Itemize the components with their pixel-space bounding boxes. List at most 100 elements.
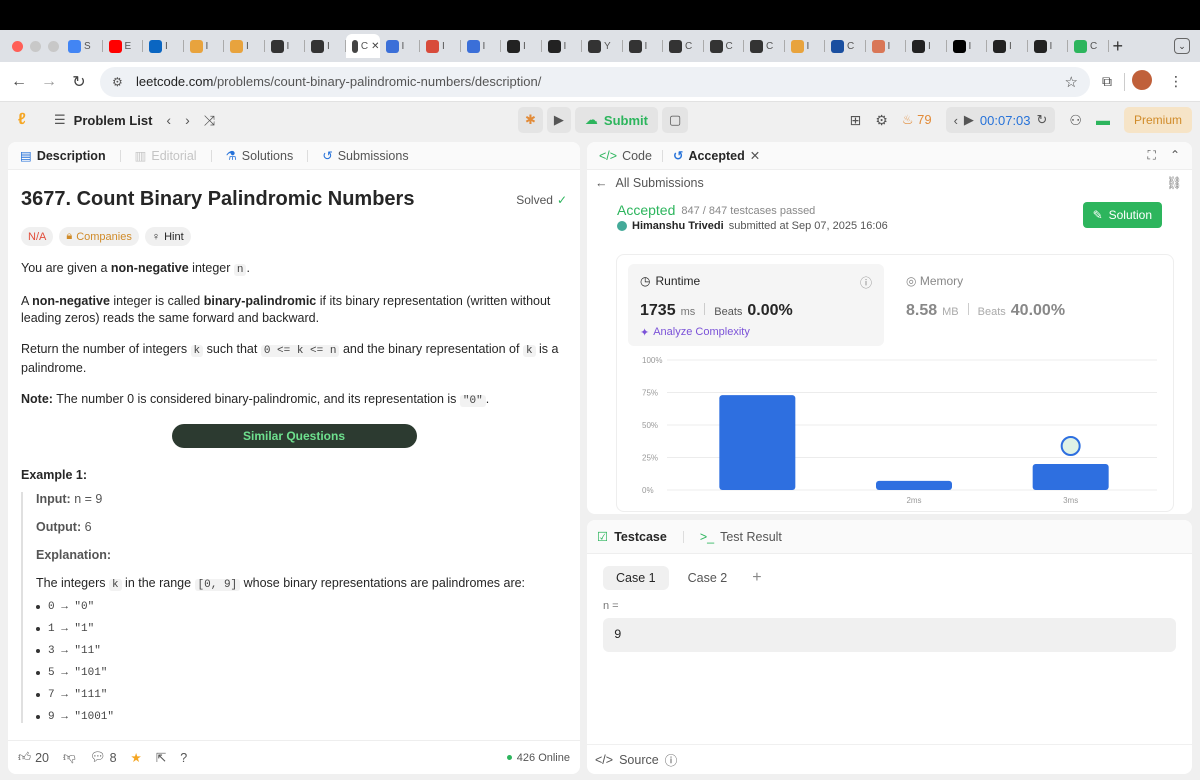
- browser-tab[interactable]: S: [62, 34, 103, 58]
- tab-search-icon[interactable]: ⌄: [1174, 38, 1190, 54]
- browser-tab[interactable]: I: [866, 34, 906, 58]
- source-link[interactable]: Source: [619, 753, 659, 767]
- notes-button[interactable]: ▢: [661, 107, 689, 133]
- forward-icon[interactable]: →: [34, 73, 64, 91]
- tab-submissions[interactable]: ↺ Submissions: [322, 148, 408, 164]
- your-submission-marker-icon[interactable]: [1060, 436, 1081, 456]
- comments-button[interactable]: 💬︎ 8: [90, 750, 117, 765]
- chart-bar[interactable]: [1032, 464, 1109, 490]
- tab-testcase[interactable]: ☑ Testcase: [597, 529, 667, 545]
- problem-title[interactable]: 3677. Count Binary Palindromic Numbers: [21, 188, 414, 211]
- new-tab-button[interactable]: +: [1113, 36, 1124, 57]
- browser-tab[interactable]: C: [663, 34, 704, 58]
- profile-avatar[interactable]: [1125, 70, 1159, 93]
- beats-label: Beats: [714, 306, 743, 318]
- browser-tab[interactable]: I: [987, 34, 1028, 58]
- memory-card[interactable]: ◎ Memory 8.58 MB Beats 40.00%: [898, 264, 1154, 346]
- back-arrow-icon[interactable]: ←: [595, 176, 608, 190]
- favorite-button[interactable]: ★: [131, 750, 142, 765]
- solution-button[interactable]: ✎ Solution: [1082, 202, 1162, 228]
- tab-code[interactable]: </> Code: [599, 149, 652, 163]
- browser-tab[interactable]: I: [380, 34, 420, 58]
- streak-counter[interactable]: ♨ 79: [902, 112, 932, 128]
- browser-menu-icon[interactable]: ⋮: [1159, 73, 1193, 90]
- close-tab-icon[interactable]: ✕: [750, 148, 760, 163]
- timer[interactable]: ‹ ▶ 00:07:03 ↻: [945, 107, 1056, 133]
- browser-tab[interactable]: I: [1028, 34, 1068, 58]
- browser-tab[interactable]: C: [704, 34, 744, 58]
- all-submissions-link[interactable]: All Submissions: [616, 176, 704, 190]
- analyze-complexity-button[interactable]: ✦ Analyze Complexity: [640, 326, 872, 339]
- user-avatar[interactable]: ▬: [1096, 112, 1110, 128]
- link-icon[interactable]: ⛓: [1166, 176, 1182, 191]
- back-icon[interactable]: ←: [4, 73, 34, 91]
- collapse-icon[interactable]: ⌃: [1170, 148, 1180, 163]
- leetcode-logo-icon[interactable]: ℓ: [18, 111, 36, 129]
- browser-tab[interactable]: I: [265, 34, 305, 58]
- run-button[interactable]: ▶: [546, 107, 571, 133]
- case-2-tab[interactable]: Case 2: [675, 566, 741, 590]
- browser-tab[interactable]: C: [1068, 34, 1109, 58]
- close-window-button[interactable]: [12, 40, 23, 52]
- browser-tab[interactable]: C: [825, 34, 866, 58]
- help-button[interactable]: ?: [180, 751, 187, 765]
- like-button[interactable]: 👍︎ 20: [18, 750, 49, 765]
- add-friend-icon[interactable]: ⚇: [1069, 112, 1082, 129]
- add-case-button[interactable]: +: [746, 566, 767, 590]
- problem-list-button[interactable]: ☰ Problem List: [54, 112, 152, 128]
- input-param-field[interactable]: 9: [603, 618, 1176, 652]
- help-icon[interactable]: ⓘ: [665, 750, 678, 769]
- tab-accepted[interactable]: ↺ Accepted ✕: [673, 148, 760, 164]
- browser-tab[interactable]: I: [224, 34, 265, 58]
- runtime-card[interactable]: ◷ Runtime ⓘ 1735 ms Beats 0.00% ✦ Analyze …: [628, 264, 884, 346]
- dislike-button[interactable]: 👎︎: [63, 750, 76, 765]
- browser-tab[interactable]: I: [542, 34, 582, 58]
- browser-tab[interactable]: C ✕: [345, 34, 380, 58]
- companies-tag[interactable]: 🔒︎ Companies: [59, 227, 139, 246]
- tab-description[interactable]: ▤ Description: [20, 148, 106, 164]
- close-tab-icon[interactable]: ✕: [371, 41, 379, 52]
- browser-tab[interactable]: I: [184, 34, 224, 58]
- minimize-window-button[interactable]: [30, 40, 41, 52]
- chart-bar[interactable]: [719, 395, 796, 490]
- similar-questions-button[interactable]: Similar Questions: [171, 424, 417, 448]
- browser-tab[interactable]: I: [906, 34, 947, 58]
- browser-tab[interactable]: I: [623, 34, 663, 58]
- maximize-icon[interactable]: ⛶: [1148, 148, 1156, 163]
- site-info-icon[interactable]: ⚙: [112, 75, 128, 89]
- browser-tab[interactable]: C: [744, 34, 785, 58]
- case-1-tab[interactable]: Case 1: [603, 566, 669, 590]
- next-problem-icon[interactable]: ›: [185, 112, 190, 128]
- hint-tag[interactable]: ♀ Hint: [144, 227, 191, 246]
- bookmark-star-icon[interactable]: ☆: [1065, 73, 1078, 91]
- maximize-window-button[interactable]: [48, 40, 59, 52]
- browser-tab[interactable]: I: [143, 34, 184, 58]
- chart-bar[interactable]: [876, 480, 952, 490]
- shuffle-icon[interactable]: ⤨: [204, 112, 215, 129]
- extensions-icon[interactable]: ⧉: [1090, 73, 1124, 90]
- tab-test-result[interactable]: >_ Test Result: [700, 530, 782, 544]
- browser-tab[interactable]: I: [461, 34, 501, 58]
- submit-button[interactable]: ☁ Submit: [574, 107, 658, 133]
- browser-tab[interactable]: E: [103, 34, 143, 58]
- browser-tab[interactable]: I: [785, 34, 825, 58]
- browser-tab[interactable]: I: [305, 34, 346, 58]
- prev-problem-icon[interactable]: ‹: [166, 112, 171, 128]
- runtime-percentile: 0.00%: [747, 302, 793, 319]
- tab-editorial[interactable]: ▥ Editorial: [135, 148, 197, 164]
- tab-solutions[interactable]: ⚗ Solutions: [226, 148, 294, 164]
- browser-tab[interactable]: I: [501, 34, 542, 58]
- debug-button[interactable]: ✱: [518, 107, 543, 133]
- browser-tab[interactable]: Y: [582, 34, 623, 58]
- share-button[interactable]: ⇱: [156, 750, 166, 765]
- username[interactable]: Himanshu Trivedi: [632, 220, 724, 232]
- browser-tab[interactable]: I: [420, 34, 461, 58]
- user-avatar[interactable]: [617, 221, 627, 231]
- reload-icon[interactable]: ↻: [64, 72, 94, 92]
- url-input[interactable]: ⚙ leetcode.com/problems/count-binary-pal…: [100, 66, 1090, 97]
- info-icon[interactable]: ⓘ: [860, 274, 872, 291]
- layout-icon[interactable]: ⊞: [850, 112, 862, 129]
- browser-tab[interactable]: I: [947, 34, 987, 58]
- settings-gear-icon[interactable]: ⚙: [875, 112, 888, 129]
- premium-button[interactable]: Premium: [1123, 107, 1192, 133]
